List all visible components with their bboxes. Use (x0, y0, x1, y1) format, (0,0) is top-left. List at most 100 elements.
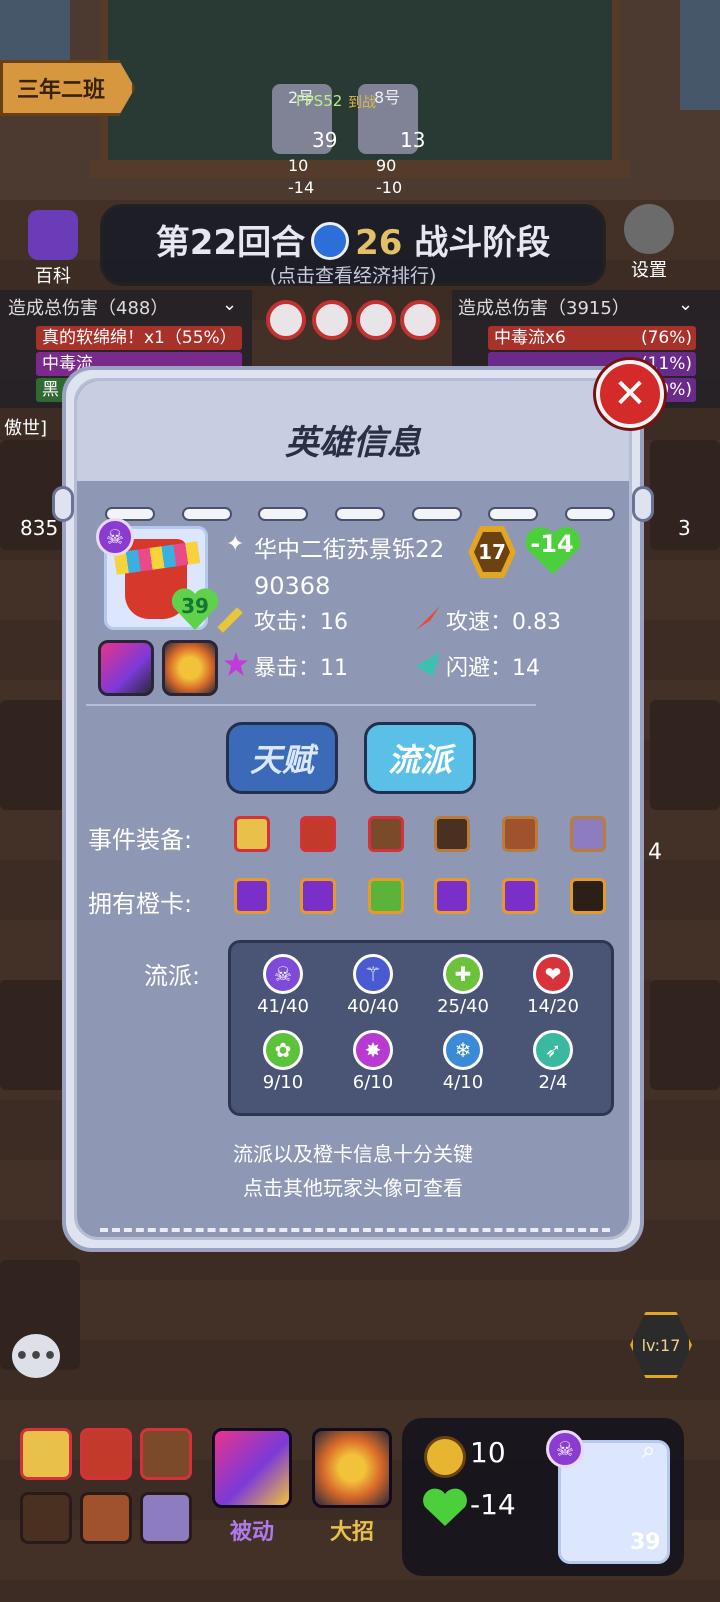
equipment-slot[interactable] (80, 1428, 132, 1480)
heart-school-icon[interactable]: ❤ (533, 954, 573, 994)
opponent-hp: -10 (376, 178, 403, 197)
equipment-slot[interactable] (80, 1492, 132, 1544)
stat-attack: 攻击：16 (254, 610, 348, 635)
events-label: 事件装备: (88, 826, 193, 854)
chat-button[interactable]: ••• (12, 1334, 60, 1378)
opponent-badge: 39 (312, 128, 338, 152)
book-icon (28, 210, 78, 260)
heal-school-icon[interactable]: ✚ (443, 954, 483, 994)
orange-card-item[interactable] (300, 878, 336, 914)
school-value: 4/10 (442, 1072, 484, 1093)
ultimate-skill-button[interactable] (312, 1428, 392, 1508)
avatar-hp-bottom: 39 (630, 1530, 661, 1555)
ticket-dashed-line (100, 1228, 610, 1232)
modal-header: 英雄信息 (77, 381, 629, 481)
opponent-badge: 13 (400, 128, 426, 152)
ticket-notch (632, 486, 654, 522)
skull-school-icon[interactable]: ☠ (263, 954, 303, 994)
skull-icon: ☠ (546, 1430, 584, 1468)
event-equipment-item[interactable] (502, 816, 538, 852)
equipment-slot[interactable] (140, 1492, 192, 1544)
opponent-coins: 90 (376, 156, 397, 175)
equipment-slot[interactable] (140, 1428, 192, 1480)
economy-ranking-hint: (点击查看经济排行) (269, 265, 437, 287)
hint-line-2: 点击其他玩家头像可查看 (243, 1176, 463, 1200)
ban-icon (266, 300, 306, 340)
player-id: 90368 (254, 572, 331, 600)
school-value: 6/10 (352, 1072, 394, 1093)
stopwatch-icon (311, 222, 350, 260)
stat-attack-speed: 攻速：0.83 (446, 610, 561, 635)
encyclopedia-button[interactable]: 百科 (18, 210, 88, 288)
divider (86, 704, 536, 706)
player-coins: 10 (470, 1436, 506, 1469)
ultimate-skill-icon[interactable] (162, 640, 218, 696)
player-hp-bottom: -14 (470, 1488, 516, 1521)
snowflake-school-icon[interactable]: ❄ (443, 1030, 483, 1070)
side-count: 835 (20, 516, 59, 540)
skull-icon: ☠ (96, 518, 134, 556)
ticket-notch (52, 486, 74, 522)
player-name: 华中二街苏景铄22 (254, 537, 445, 563)
ban-icon (400, 300, 440, 340)
school-value: 2/4 (538, 1072, 568, 1093)
gear-icon (624, 204, 674, 254)
round-title: 第22回合 26 战斗阶段 (155, 222, 551, 263)
close-button[interactable]: ✕ (596, 360, 664, 428)
equipment-slot[interactable] (20, 1492, 72, 1544)
ticket-perforation (105, 507, 615, 521)
event-equipment-item[interactable] (434, 816, 470, 852)
ultimate-label: 大招 (329, 1520, 374, 1545)
passive-label: 被动 (229, 1520, 274, 1545)
stat-dodge: 闪避：14 (446, 656, 540, 681)
chevron-down-icon[interactable]: ⌄ (222, 294, 237, 315)
school-value: 41/40 (257, 996, 309, 1017)
passive-skill-button[interactable] (212, 1428, 292, 1508)
staff-school-icon[interactable]: ⚚ (353, 954, 393, 994)
school-value: 25/40 (437, 996, 489, 1017)
close-icon: ✕ (613, 371, 647, 417)
event-equipment-item[interactable] (300, 816, 336, 852)
school-value: 40/40 (347, 996, 399, 1017)
player-hp: -14 (530, 530, 574, 558)
hero-info-modal: 英雄信息 (52, 366, 654, 1252)
orange-card-item[interactable] (434, 878, 470, 914)
settings-button[interactable]: 设置 (614, 204, 684, 282)
coin-icon (424, 1436, 466, 1478)
class-sign: 三年二班 (0, 60, 135, 116)
chevron-down-icon[interactable]: ⌄ (678, 294, 693, 315)
ban-icon (356, 300, 396, 340)
ban-icon (312, 300, 352, 340)
paw-school-icon[interactable]: ✿ (263, 1030, 303, 1070)
school-value: 9/10 (262, 1072, 304, 1093)
event-equipment-item[interactable] (570, 816, 606, 852)
battle-tag: 到战 (348, 95, 376, 111)
side-label: 傲世] (4, 418, 48, 439)
fps-counter: FPS52 (296, 92, 343, 110)
opponent-hp: -14 (288, 178, 315, 197)
search-icon[interactable]: ⌕ (642, 1436, 655, 1464)
event-equipment-item[interactable] (234, 816, 270, 852)
damage-row: 中毒流x6 (76%) (488, 326, 696, 350)
tab-school[interactable]: 流派 (364, 722, 476, 794)
burst-school-icon[interactable]: ✸ (353, 1030, 393, 1070)
chat-icon: ••• (14, 1343, 58, 1369)
opponent-number: 8号 (374, 88, 401, 107)
modal-title: 英雄信息 (285, 423, 421, 463)
damage-row: 真的软绵绵！x1（55%） (36, 326, 242, 350)
orange-card-item[interactable] (570, 878, 606, 914)
orange-card-item[interactable] (234, 878, 270, 914)
round-status-bar[interactable]: 第22回合 26 战斗阶段 (点击查看经济排行) (100, 204, 606, 287)
tab-talent[interactable]: 天赋 (226, 722, 338, 794)
wing-school-icon[interactable]: ➶ (533, 1030, 573, 1070)
orange-cards-label: 拥有橙卡: (88, 890, 193, 918)
opponent-coins: 10 (288, 156, 309, 175)
event-equipment-item[interactable] (368, 816, 404, 852)
school-value: 14/20 (527, 996, 579, 1017)
equipment-slot[interactable] (20, 1428, 72, 1480)
passive-skill-icon[interactable] (98, 640, 154, 696)
orange-card-item[interactable] (368, 878, 404, 914)
orange-card-item[interactable] (502, 878, 538, 914)
school-label: 流派: (144, 962, 201, 990)
stat-crit: 暴击：11 (254, 656, 348, 681)
